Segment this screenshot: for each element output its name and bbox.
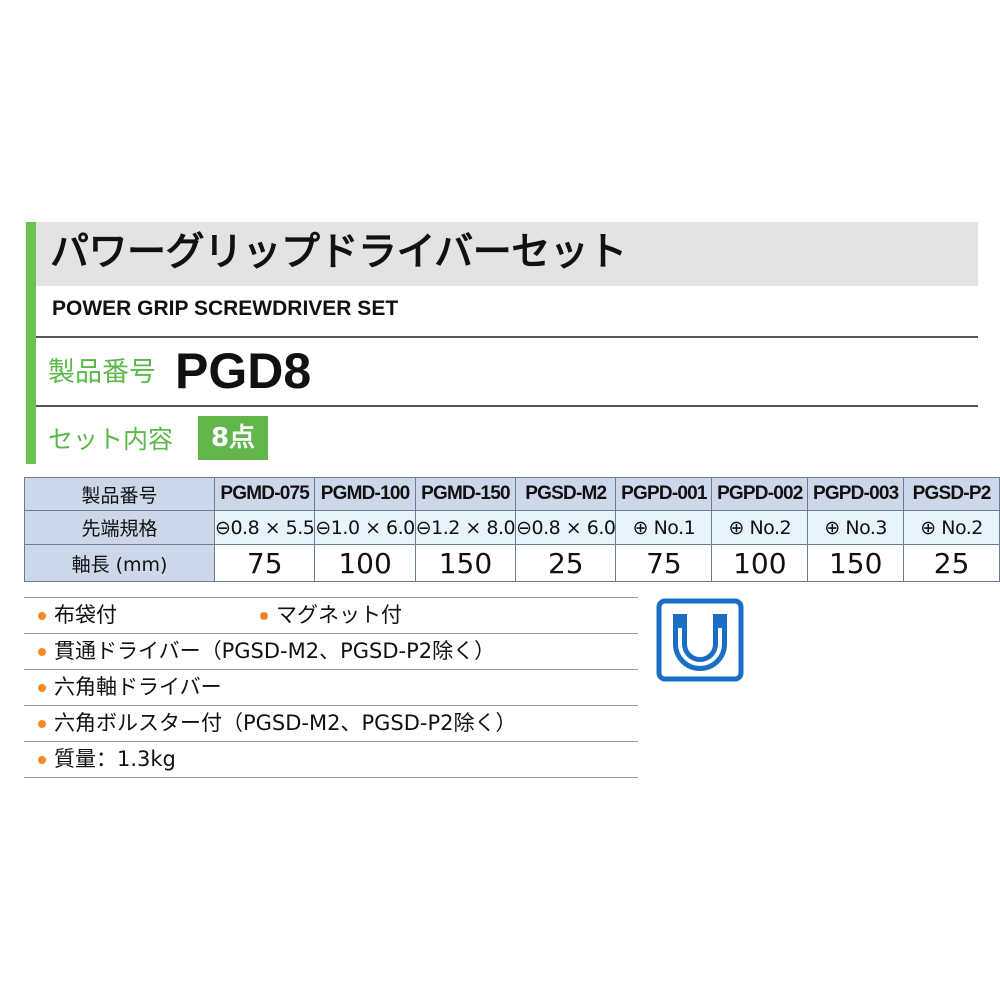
- table-row: 軸長 (mm) 75 100 150 25 75 100 150 25: [23, 544, 1000, 582]
- feature-text: 六角ボルスター付（PGSD-M2、PGSD-P2除く）: [54, 711, 517, 735]
- cell-length: 25: [903, 544, 1000, 582]
- cell-code: PGSD-M2: [515, 477, 617, 511]
- list-item: 布袋付 マグネット付: [24, 597, 638, 634]
- bullet-icon: [38, 720, 46, 728]
- cell-length: 25: [515, 544, 617, 582]
- product-code-label: 製品番号: [48, 357, 156, 388]
- cell-tip: ⊖1.2 × 8.0: [414, 510, 517, 545]
- cell-length: 100: [314, 544, 416, 582]
- cell-tip: ⊕ No.2: [711, 510, 809, 545]
- cell-length: 75: [214, 544, 316, 582]
- row-label-tip: 先端規格: [23, 510, 216, 545]
- list-item: 六角軸ドライバー: [24, 670, 638, 706]
- list-item: 六角ボルスター付（PGSD-M2、PGSD-P2除く）: [24, 706, 638, 742]
- feature-list: 布袋付 マグネット付 貫通ドライバー（PGSD-M2、PGSD-P2除く） 六角…: [24, 597, 638, 778]
- set-contents-badge: 8点: [198, 416, 268, 460]
- feature-text: マグネット付: [276, 603, 402, 627]
- feature-text: 布袋付: [54, 603, 117, 627]
- feature-text: 貫通ドライバー（PGSD-M2、PGSD-P2除く）: [54, 639, 496, 663]
- feature-text: 質量：1.3kg: [54, 747, 176, 771]
- cell-length: 100: [711, 544, 809, 582]
- bullet-icon: [38, 756, 46, 764]
- cell-tip: ⊖0.8 × 6.0: [515, 510, 617, 545]
- row-label-length: 軸長 (mm): [23, 544, 216, 582]
- cell-code: PGSD-P2: [903, 477, 1000, 511]
- cell-code: PGMD-100: [314, 477, 416, 511]
- cell-tip: ⊖0.8 × 5.5: [214, 510, 316, 545]
- cell-length: 150: [807, 544, 905, 582]
- accent-bar: [26, 222, 36, 464]
- cell-code: PGMD-075: [214, 477, 316, 511]
- bullet-icon: [260, 612, 268, 620]
- table-row: 先端規格 ⊖0.8 × 5.5 ⊖1.0 × 6.0 ⊖1.2 × 8.0 ⊖0…: [23, 510, 1000, 545]
- cell-tip: ⊕ No.2: [903, 510, 1000, 545]
- cell-code: PGPD-002: [711, 477, 809, 511]
- list-item: 貫通ドライバー（PGSD-M2、PGSD-P2除く）: [24, 634, 638, 670]
- list-item: 質量：1.3kg: [24, 742, 638, 778]
- row-label-code: 製品番号: [23, 477, 216, 511]
- cell-length: 75: [615, 544, 713, 582]
- bullet-icon: [38, 612, 46, 620]
- bullet-icon: [38, 684, 46, 692]
- bullet-icon: [38, 648, 46, 656]
- feature-text: 六角軸ドライバー: [54, 675, 222, 699]
- cell-tip: ⊕ No.1: [615, 510, 713, 545]
- spec-table: 製品番号 PGMD-075 PGMD-100 PGMD-150 PGSD-M2 …: [23, 477, 1000, 582]
- page-title: パワーグリップドライバーセット: [50, 230, 627, 275]
- product-code: PGD8: [175, 343, 312, 399]
- cell-length: 150: [414, 544, 517, 582]
- cell-tip: ⊖1.0 × 6.0: [314, 510, 416, 545]
- cell-code: PGPD-001: [615, 477, 713, 511]
- page-subtitle: POWER GRIP SCREWDRIVER SET: [52, 297, 399, 320]
- cell-code: PGMD-150: [414, 477, 517, 511]
- divider: [36, 405, 978, 407]
- table-row: 製品番号 PGMD-075 PGMD-100 PGMD-150 PGSD-M2 …: [23, 477, 1000, 511]
- magnet-icon: [656, 598, 744, 682]
- divider: [36, 336, 978, 338]
- cell-tip: ⊕ No.3: [807, 510, 905, 545]
- cell-code: PGPD-003: [807, 477, 905, 511]
- set-contents-label: セット内容: [48, 425, 174, 454]
